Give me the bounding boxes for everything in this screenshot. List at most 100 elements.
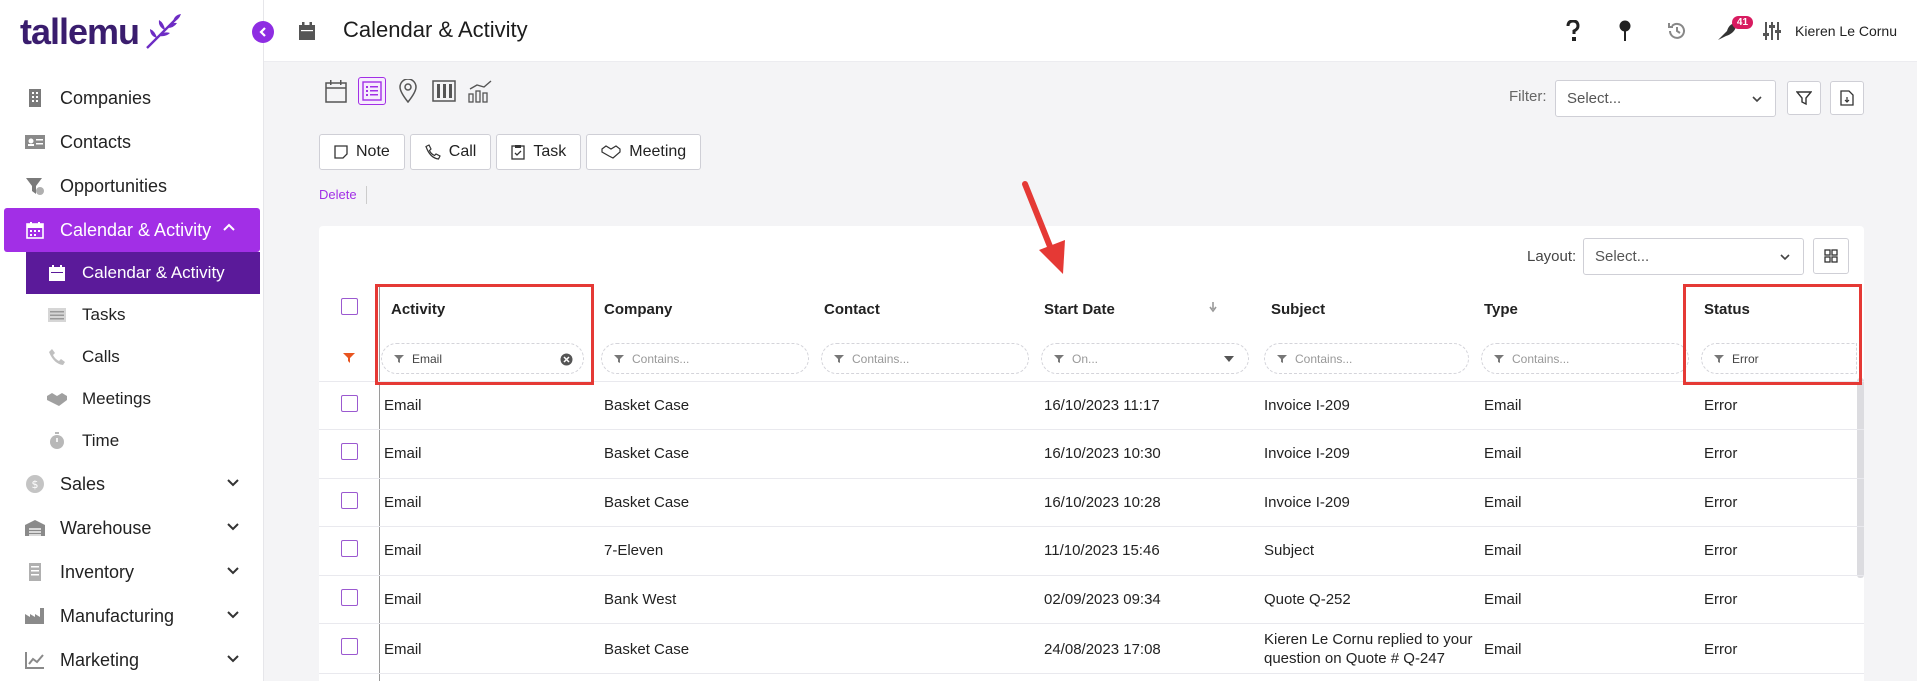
column-header-type[interactable]: Type — [1484, 301, 1518, 318]
filter-type[interactable]: Contains... — [1481, 343, 1689, 374]
add-meeting-label: Meeting — [629, 143, 687, 160]
cell-type: Email — [1484, 397, 1522, 414]
divider — [319, 575, 1864, 576]
funnel-icon — [834, 354, 844, 363]
column-header-contact[interactable]: Contact — [824, 301, 880, 318]
history-button[interactable] — [1651, 0, 1703, 62]
sort-desc-icon[interactable] — [1208, 301, 1218, 313]
chevron-down-icon — [1780, 254, 1790, 261]
filter-company[interactable]: Contains... — [601, 343, 809, 374]
row-checkbox[interactable] — [341, 638, 358, 655]
view-kanban-button[interactable] — [430, 77, 458, 105]
calendar-icon — [299, 22, 315, 40]
filter-button[interactable] — [1787, 81, 1821, 115]
clipboard-icon — [511, 144, 526, 160]
layout-select[interactable]: Select... — [1583, 238, 1804, 275]
cell-type: Email — [1484, 641, 1522, 658]
sidebar-subitem-tasks[interactable]: Tasks — [0, 294, 264, 336]
factory-icon — [24, 605, 46, 627]
chevron-down-icon[interactable] — [226, 607, 240, 621]
kanban-icon — [432, 80, 456, 102]
add-note-label: Note — [356, 143, 390, 160]
add-note-button[interactable]: Note — [319, 134, 405, 170]
add-meeting-button[interactable]: Meeting — [586, 134, 702, 170]
notifications-button[interactable]: 41 — [1703, 0, 1755, 62]
row-checkbox[interactable] — [341, 443, 358, 460]
sidebar-item-marketing[interactable]: Marketing — [0, 638, 264, 681]
view-map-button[interactable] — [394, 77, 422, 105]
question-icon — [1566, 20, 1580, 41]
layout-select-value: Select... — [1595, 248, 1650, 265]
sidebar-subitem-time[interactable]: Time — [0, 420, 264, 462]
sidebar-collapse-button[interactable] — [252, 21, 274, 43]
settings-sliders-button[interactable] — [1755, 0, 1789, 62]
divider — [319, 623, 1864, 624]
sidebar-subitem-meetings[interactable]: Meetings — [0, 378, 264, 420]
column-header-start-date[interactable]: Start Date — [1044, 301, 1115, 318]
row-checkbox[interactable] — [341, 589, 358, 606]
filter-subject[interactable]: Contains... — [1264, 343, 1469, 374]
add-task-label: Task — [533, 143, 567, 160]
help-button[interactable] — [1547, 0, 1599, 62]
sidebar-nav: Companies Contacts Opportunities Calenda… — [0, 76, 264, 681]
building-icon — [24, 87, 46, 109]
view-chart-button[interactable] — [466, 77, 494, 105]
add-task-button[interactable]: Task — [496, 134, 582, 170]
chevron-down-icon[interactable] — [226, 651, 240, 665]
sidebar-item-manufacturing[interactable]: Manufacturing — [0, 594, 264, 638]
chevron-down-icon[interactable] — [226, 519, 240, 533]
calendar-icon — [325, 80, 347, 103]
sidebar-item-label: Contacts — [60, 131, 132, 152]
row-checkbox[interactable] — [341, 395, 358, 412]
column-chooser-button[interactable] — [1813, 238, 1849, 274]
cell-start-date: 16/10/2023 10:30 — [1044, 445, 1161, 462]
divider — [319, 526, 1864, 527]
list-icon — [46, 304, 68, 326]
divider — [319, 478, 1864, 479]
sidebar-item-opportunities[interactable]: Opportunities — [0, 164, 264, 208]
add-call-button[interactable]: Call — [409, 134, 492, 170]
inventory-icon — [24, 561, 46, 583]
view-list-button[interactable] — [358, 77, 386, 105]
dollar-coin-icon: $ — [24, 473, 46, 495]
sidebar-subitem-calls[interactable]: Calls — [0, 336, 264, 378]
filter-label: Filter: — [1509, 88, 1547, 105]
caret-down-icon[interactable] — [1224, 355, 1234, 363]
chevron-down-icon[interactable] — [226, 475, 240, 489]
list-icon — [362, 81, 382, 101]
sidebar-item-contacts[interactable]: Contacts — [0, 120, 264, 164]
pin-button[interactable] — [1599, 0, 1651, 62]
cell-start-date: 11/10/2023 15:46 — [1044, 542, 1160, 559]
leaf-icon — [146, 14, 182, 49]
svg-text:$: $ — [32, 478, 39, 491]
sidebar-item-inventory[interactable]: Inventory — [0, 550, 264, 594]
select-all-checkbox[interactable] — [341, 298, 358, 315]
sidebar-item-label: Manufacturing — [60, 605, 175, 626]
filter-start-date[interactable]: On... — [1041, 343, 1249, 374]
chevron-down-icon[interactable] — [226, 563, 240, 577]
app-logo[interactable]: tallemu — [20, 10, 183, 54]
sidebar-subitem-label: Meetings — [82, 389, 151, 408]
filter-select[interactable]: Select... — [1555, 80, 1776, 117]
cell-subject: Invoice I-209 — [1264, 397, 1350, 414]
filter-contact[interactable]: Contains... — [821, 343, 1029, 374]
view-calendar-button[interactable] — [322, 77, 350, 105]
cell-start-date: 16/10/2023 11:17 — [1044, 397, 1160, 414]
column-header-company[interactable]: Company — [604, 301, 672, 318]
warehouse-icon — [24, 517, 46, 539]
row-checkbox[interactable] — [341, 540, 358, 557]
funnel-icon — [24, 175, 46, 197]
sidebar-item-calendar-activity[interactable]: Calendar & Activity — [4, 208, 260, 252]
column-header-subject[interactable]: Subject — [1271, 301, 1325, 318]
sidebar-item-companies[interactable]: Companies — [0, 76, 264, 120]
sidebar-subitem-calendar-activity[interactable]: Calendar & Activity — [26, 252, 260, 294]
chevron-up-icon[interactable] — [222, 221, 236, 235]
user-name[interactable]: Kieren Le Cornu — [1789, 23, 1917, 39]
row-checkbox[interactable] — [341, 492, 358, 509]
export-button[interactable] — [1830, 81, 1864, 115]
filter-contact-value: Contains... — [852, 351, 910, 366]
divider — [319, 429, 1864, 430]
sidebar-item-warehouse[interactable]: Warehouse — [0, 506, 264, 550]
delete-link[interactable]: Delete — [319, 187, 357, 202]
sidebar-item-sales[interactable]: $ Sales — [0, 462, 264, 506]
